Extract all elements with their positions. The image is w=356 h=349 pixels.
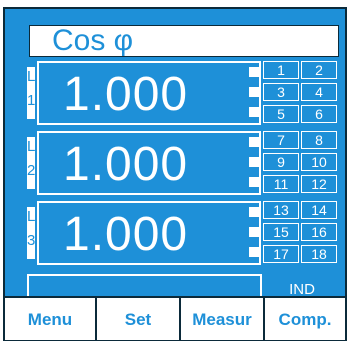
indicator-dot — [249, 227, 259, 237]
cosphi-value-l2: 1.000 — [63, 138, 189, 191]
cosphi-value-l3: 1.000 — [63, 208, 189, 261]
compensation-button[interactable]: Comp. — [265, 298, 345, 340]
channel-cell: 8 — [301, 131, 337, 149]
page-title-box: Cos φ — [29, 24, 339, 57]
indicator-dot — [249, 107, 259, 117]
channel-grid-l2: 7 8 9 10 11 12 — [263, 131, 341, 195]
phase-lcd-l1: 1.000 — [37, 61, 261, 125]
phase-label-l2: L 2 — [27, 137, 35, 189]
set-button[interactable]: Set — [97, 298, 181, 340]
phase-letter: L — [27, 138, 36, 155]
phase-letter: L — [27, 68, 36, 85]
measure-button[interactable]: Measur — [181, 298, 265, 340]
channel-cell: 7 — [263, 131, 299, 149]
indicator-dot — [249, 247, 259, 257]
indicator-dot — [249, 157, 259, 167]
channel-cell: 4 — [301, 83, 337, 101]
indicator-dot — [249, 137, 259, 147]
channel-cell: 10 — [301, 153, 337, 171]
phase-row-l3: L 3 1.000 — [27, 201, 261, 265]
phase-number: 3 — [27, 232, 36, 249]
cosphi-value-l1: 1.000 — [63, 68, 189, 121]
message-bar — [27, 274, 262, 298]
phase-label-l3: L 3 — [27, 207, 35, 259]
channel-grid-l1: 1 2 3 4 5 6 — [263, 61, 341, 125]
indicator-dots-l1 — [249, 61, 259, 125]
display-frame: Cos φ L 1 1.000 1 2 3 4 5 6 L 2 1.000 7 … — [3, 7, 347, 341]
phase-letter: L — [27, 208, 36, 225]
phase-row-l2: L 2 1.000 — [27, 131, 261, 195]
channel-cell: 12 — [301, 175, 337, 193]
softkey-bar: Menu Set Measur Comp. — [5, 296, 345, 340]
indicator-dot — [249, 67, 259, 77]
channel-cell: 15 — [263, 223, 299, 241]
indicator-dot — [249, 207, 259, 217]
phase-lcd-l2: 1.000 — [37, 131, 261, 195]
phase-lcd-l3: 1.000 — [37, 201, 261, 265]
channel-cell: 2 — [301, 61, 337, 79]
phase-label-l1: L 1 — [27, 67, 35, 119]
indicator-dots-l2 — [249, 131, 259, 195]
channel-cell: 5 — [263, 105, 299, 123]
channel-cell: 6 — [301, 105, 337, 123]
channel-grid-l3: 13 14 15 16 17 18 — [263, 201, 341, 265]
indicator-dot — [249, 177, 259, 187]
menu-button[interactable]: Menu — [5, 298, 97, 340]
channel-cell: 13 — [263, 201, 299, 219]
indicator-dot — [249, 87, 259, 97]
page-title: Cos φ — [52, 24, 134, 57]
phase-row-l1: L 1 1.000 — [27, 61, 261, 125]
channel-cell: 17 — [263, 245, 299, 263]
channel-cell: 9 — [263, 153, 299, 171]
channel-cell: 11 — [263, 175, 299, 193]
channel-cell: 14 — [301, 201, 337, 219]
channel-cell: 16 — [301, 223, 337, 241]
channel-cell: 1 — [263, 61, 299, 79]
phase-number: 2 — [27, 162, 36, 179]
phase-number: 1 — [27, 92, 36, 109]
channel-cell: 3 — [263, 83, 299, 101]
channel-cell: 18 — [301, 245, 337, 263]
indicator-dots-l3 — [249, 201, 259, 265]
